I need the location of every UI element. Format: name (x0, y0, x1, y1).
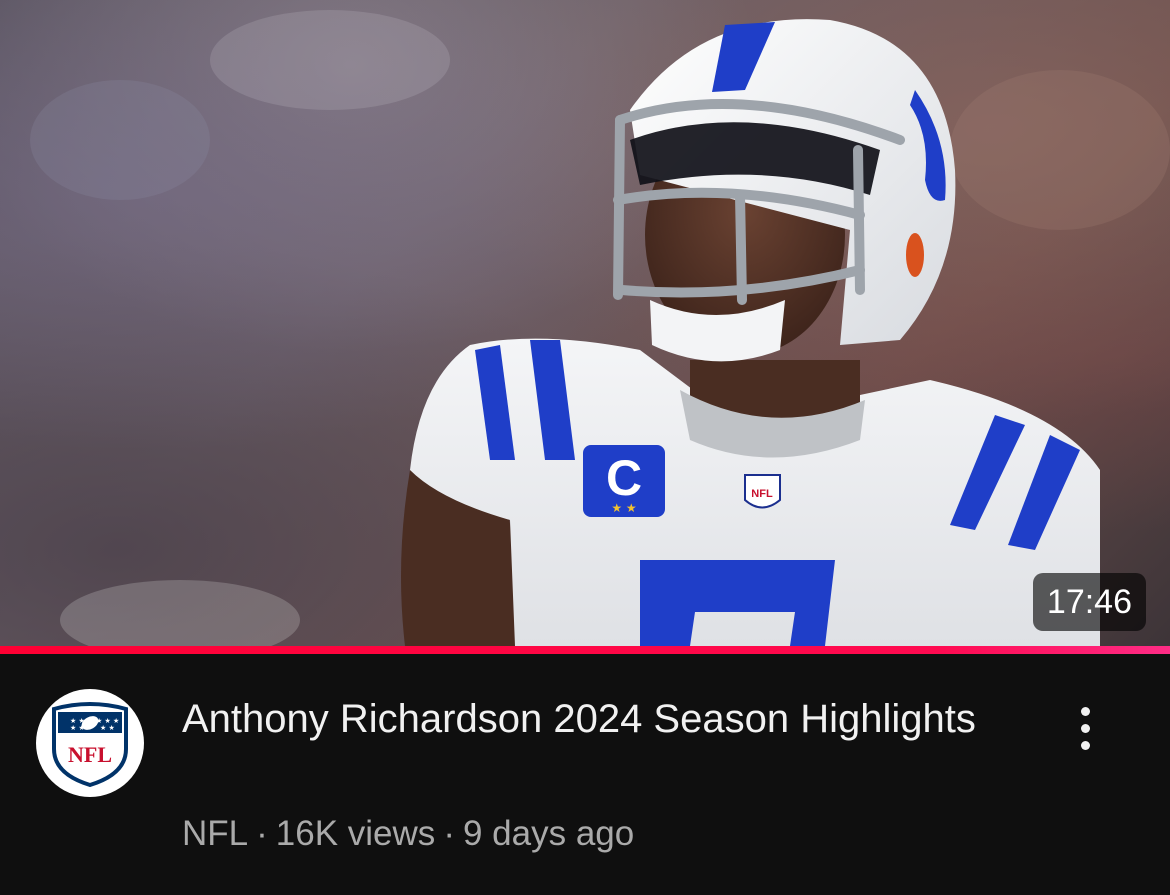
view-count: 16K views (275, 814, 436, 853)
video-meta: NFL · 16K views · 9 days ago (182, 812, 634, 856)
svg-text:NFL: NFL (68, 742, 112, 767)
upload-age: 9 days ago (462, 814, 635, 853)
nfl-shield-logo-icon: ★ ★ ★ ★ ★ ★ ★ ★ ★ ★ NFL (52, 702, 128, 787)
svg-text:★ ★: ★ ★ (100, 724, 115, 732)
more-vert-icon-dot (1080, 740, 1090, 750)
more-actions-button[interactable] (1060, 696, 1110, 760)
video-title[interactable]: Anthony Richardson 2024 Season Highlight… (182, 692, 982, 746)
video-thumbnail[interactable]: C ★ ★ NFL 17:46 (0, 0, 1170, 646)
svg-text:C: C (606, 450, 642, 506)
watch-progress-fill (0, 646, 1170, 654)
thumbnail-image: C ★ ★ NFL (30, 10, 1170, 646)
channel-avatar[interactable]: ★ ★ ★ ★ ★ ★ ★ ★ ★ ★ NFL (36, 689, 144, 797)
meta-separator: · (443, 814, 455, 853)
more-vert-icon-dot (1080, 723, 1090, 733)
more-vert-icon-dot (1080, 706, 1090, 716)
svg-text:NFL: NFL (751, 488, 773, 500)
duration-badge: 17:46 (1032, 573, 1146, 631)
svg-text:★ ★: ★ ★ (611, 501, 636, 515)
watch-progress-bar (0, 646, 1170, 654)
channel-name[interactable]: NFL (182, 814, 248, 853)
video-card[interactable]: C ★ ★ NFL 17:46 ★ ★ ★ ★ ★ ★ ★ ★ ★ ★ NFL … (0, 0, 1170, 895)
meta-separator: · (256, 814, 268, 853)
